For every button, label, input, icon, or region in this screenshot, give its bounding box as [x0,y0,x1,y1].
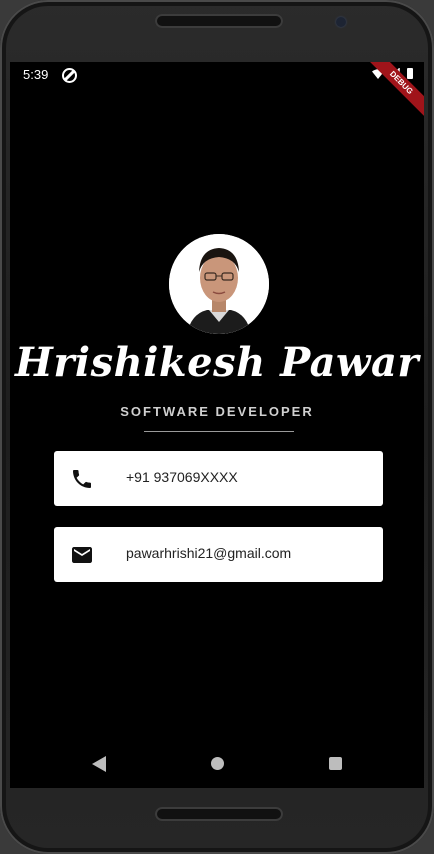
email-address: pawarhrishi21@gmail.com [126,545,292,561]
back-icon[interactable] [92,756,106,772]
front-camera [336,17,346,27]
profile-role: SOFTWARE DEVELOPER [120,404,314,419]
mail-icon [72,547,92,563]
phone-card[interactable]: +91 937069XXXX [54,451,383,506]
avatar-photo [169,234,269,334]
home-icon[interactable] [211,757,224,770]
profile-name: Hrishikesh Pawar [15,339,419,386]
divider [144,431,294,432]
bottom-speaker [155,807,283,821]
system-nav-bar [10,738,424,788]
status-bar: 5:39 DEBUG [10,62,424,120]
email-card[interactable]: pawarhrishi21@gmail.com [54,527,383,582]
app-screen: 5:39 DEBUG Hrishikesh Pawar SOFTWARE DEV… [10,62,424,788]
phone-frame: 5:39 DEBUG Hrishikesh Pawar SOFTWARE DEV… [0,0,434,854]
sync-disabled-icon [62,68,77,83]
status-time: 5:39 [23,67,49,82]
recents-icon[interactable] [329,757,342,770]
phone-number: +91 937069XXXX [126,469,238,485]
avatar [169,234,269,334]
phone-icon [73,470,91,488]
battery-icon [407,68,413,79]
top-speaker [155,14,283,28]
